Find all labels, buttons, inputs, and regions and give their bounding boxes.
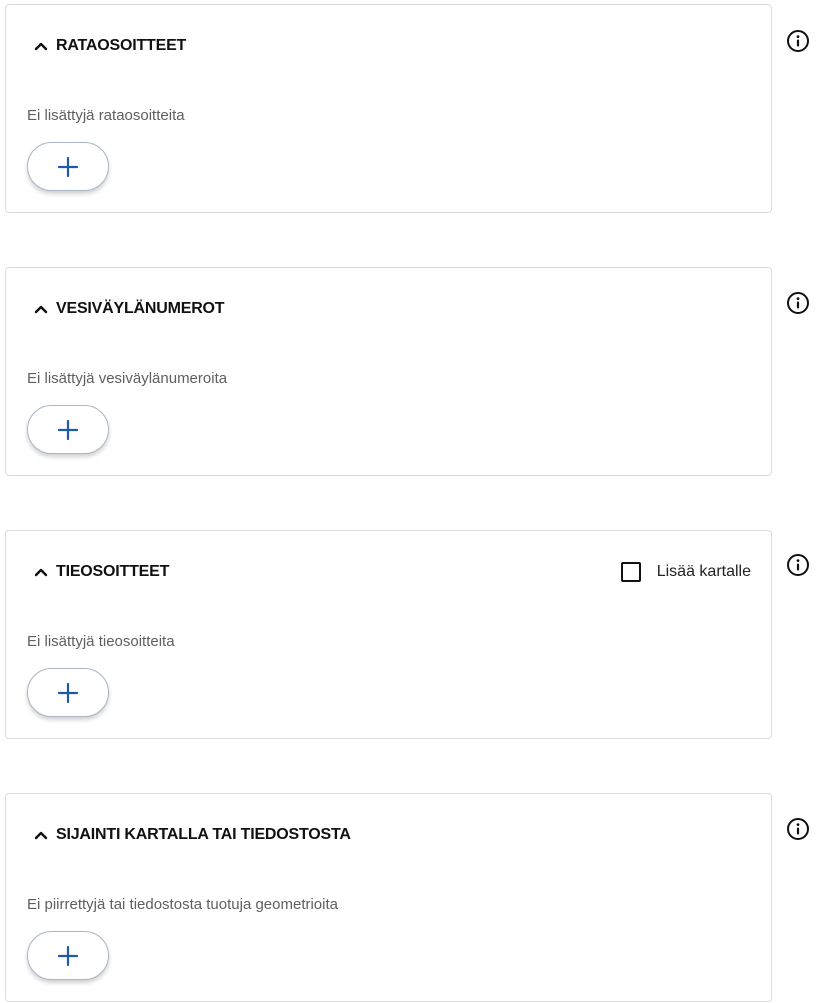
section-title: TIEOSOITTEET <box>56 563 170 580</box>
info-icon[interactable] <box>786 817 810 841</box>
empty-state-text: Ei lisättyjä tieosoitteita <box>27 633 175 650</box>
info-icon[interactable] <box>786 553 810 577</box>
empty-state-text: Ei lisättyjä rataosoitteita <box>27 107 185 124</box>
section-title: RATAOSOITTEET <box>56 37 187 54</box>
add-to-map-checkbox[interactable]: Lisää kartalle <box>620 562 751 582</box>
section-title: VESIVÄYLÄNUMEROT <box>56 300 225 317</box>
section-toggle[interactable]: TIEOSOITTEET <box>33 563 169 581</box>
section-rataosoitteet: RATAOSOITTEET Ei lisättyjä rataosoitteit… <box>5 4 772 213</box>
chevron-up-icon <box>34 568 48 577</box>
add-button[interactable] <box>27 405 109 454</box>
section-tieosoitteet: TIEOSOITTEET Lisää kartalle Ei lisättyjä… <box>5 530 772 739</box>
section-toggle[interactable]: VESIVÄYLÄNUMEROT <box>33 300 225 318</box>
chevron-up-icon <box>34 831 48 840</box>
section-vesivaylanumerot: VESIVÄYLÄNUMEROT Ei lisättyjä vesiväylän… <box>5 267 772 476</box>
section-toggle[interactable]: SIJAINTI KARTALLA TAI TIEDOSTOSTA <box>33 826 351 844</box>
chevron-up-icon <box>34 305 48 314</box>
chevron-up-icon <box>34 42 48 51</box>
add-button[interactable] <box>27 931 109 980</box>
add-button[interactable] <box>27 668 109 717</box>
empty-state-text: Ei lisättyjä vesiväylänumeroita <box>27 370 228 387</box>
plus-icon <box>57 945 79 966</box>
checkbox-label: Lisää kartalle <box>656 563 751 580</box>
empty-state-text: Ei piirrettyjä tai tiedostosta tuotuja g… <box>27 896 338 913</box>
plus-icon <box>57 156 79 177</box>
section-toggle[interactable]: RATAOSOITTEET <box>33 37 186 55</box>
checkbox-box[interactable] <box>620 562 641 582</box>
section-title: SIJAINTI KARTALLA TAI TIEDOSTOSTA <box>56 826 351 843</box>
section-sijainti-kartalla: SIJAINTI KARTALLA TAI TIEDOSTOSTA Ei pii… <box>5 793 772 1002</box>
add-button[interactable] <box>27 142 109 191</box>
plus-icon <box>57 682 79 703</box>
info-icon[interactable] <box>786 29 810 53</box>
info-icon[interactable] <box>786 291 810 315</box>
plus-icon <box>57 419 79 440</box>
